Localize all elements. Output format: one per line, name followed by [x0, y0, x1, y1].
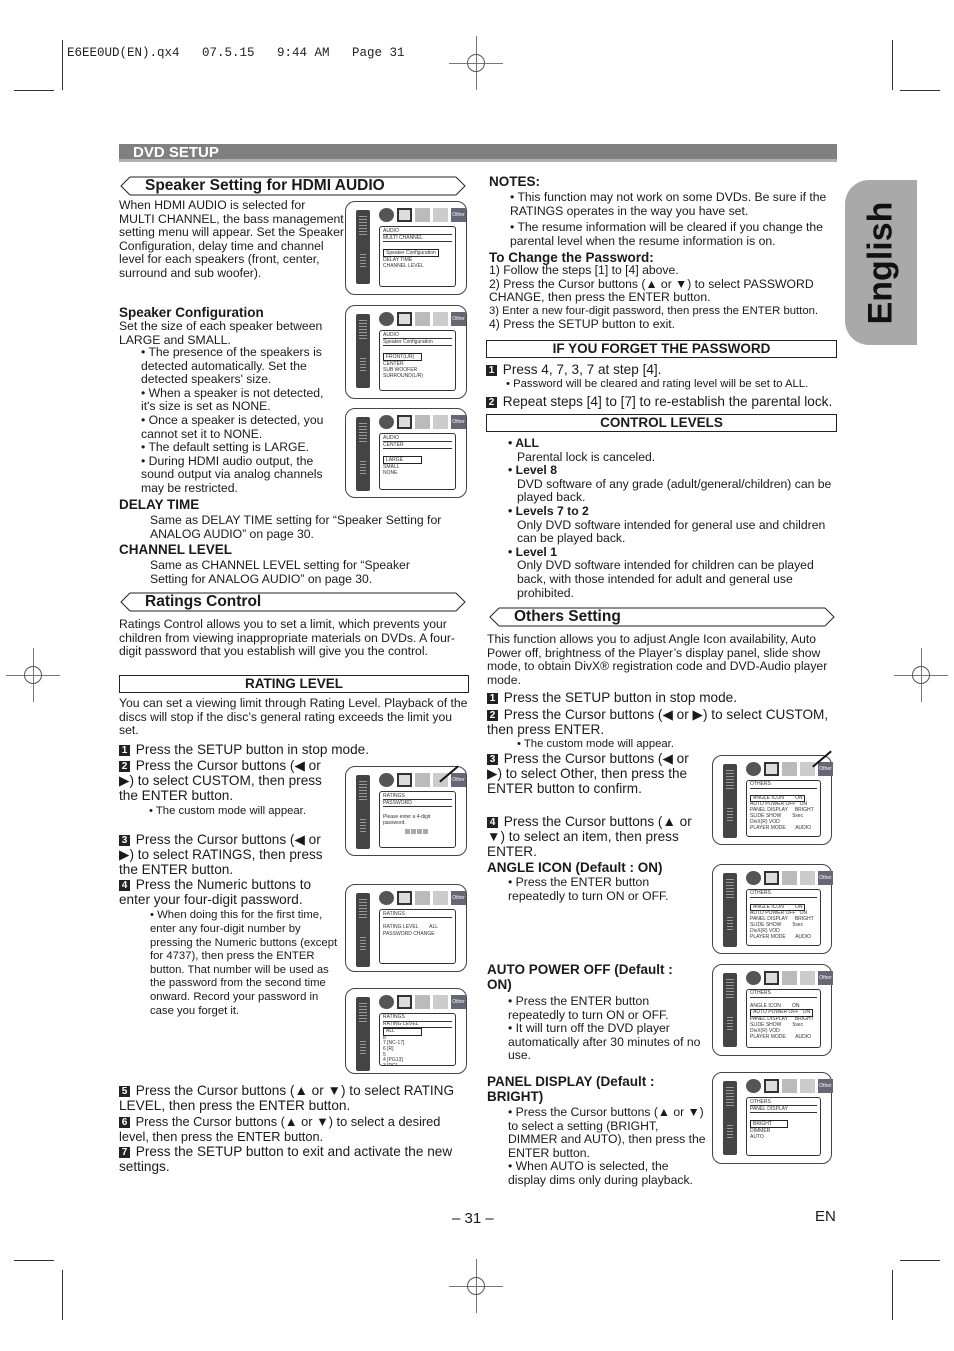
note-item: • This function may not work on some DVD… [510, 190, 827, 218]
channel-level-title: CHANNEL LEVEL [119, 542, 233, 557]
crop-mark [900, 1260, 940, 1261]
crop-mark [892, 1270, 893, 1320]
registration-mark [894, 648, 948, 702]
notes-list: • This function may not work on some DVD… [510, 190, 830, 248]
section-title: Speaker Setting for HDMI AUDIO [145, 177, 385, 194]
panel-display-title: PANEL DISPLAY (Default : BRIGHT) [487, 1074, 655, 1104]
section-title: Others Setting [514, 608, 621, 625]
section-header-ratings: Ratings Control [118, 592, 468, 612]
rating-level-box: RATING LEVEL [119, 675, 469, 693]
remote-icon [356, 210, 370, 284]
notes-title: NOTES: [489, 174, 541, 189]
bullet-list: • The presence of the speakers is detect… [141, 345, 341, 496]
bullet-item: • The presence of the speakers is detect… [141, 345, 322, 387]
section-header-hdmi: Speaker Setting for HDMI AUDIO [118, 176, 468, 196]
screen-ratings: Other RATINGS RATING LEVEL ALL PASSWORD CH… [345, 884, 467, 972]
section-header-others: Others Setting [487, 607, 837, 627]
level-item: • Level 1 Only DVD software intended for … [508, 544, 814, 600]
step-7: 7 Press the SETUP button to exit and act… [119, 1144, 453, 1175]
screen-audio-menu: Other AUDIO MULTI CHANNEL Speaker Configur… [345, 201, 467, 295]
forgot-password-box: IF YOU FORGET THE PASSWORD [486, 340, 837, 358]
language-icon [379, 208, 394, 222]
crop-mark [14, 1260, 54, 1261]
others-step-3: 3 Press the Cursor buttons (◀ or ▶) to s… [487, 751, 689, 797]
forgot-step-1: 1 Press 4, 7, 3, 7 at step [4]. • Passwor… [486, 362, 831, 392]
others-step-2: 2 Press the Cursor buttons (◀ or ▶) to s… [487, 707, 829, 751]
registration-mark [449, 1259, 503, 1313]
bullet-item: • During HDMI audio output, the sound ou… [141, 453, 323, 495]
level-item: • ALL Parental lock is canceled. [508, 436, 656, 464]
auto-power-off-bullets: • Press the ENTER button repeatedly to t… [508, 994, 701, 1063]
language-code: EN [815, 1208, 836, 1225]
control-levels-list: • ALL Parental lock is canceled. • Level … [508, 436, 833, 600]
step-6: 6 Press the Cursor buttons (▲ or ▼) to s… [119, 1114, 441, 1145]
screen-center-speaker: Other AUDIO CENTER LARGE SMALL NONE [345, 408, 467, 498]
screen-rating-level: Other RATINGS RATING LEVEL ALL 8 7 [NC-17] 6 … [345, 988, 467, 1074]
note-item: • The resume information will be cleared… [510, 220, 823, 248]
others-step-4: 4 Press the Cursor buttons (▲ or ▼) to s… [487, 814, 692, 860]
step-3: 3 Press the Cursor buttons (◀ or ▶) to s… [119, 832, 323, 878]
crop-mark [892, 40, 893, 90]
panel-display-bullets: • Press the Cursor buttons (▲ or ▼) to s… [508, 1105, 706, 1187]
screen-others-angle: Other OTHERS ANGLE ICON ON AUTO POWER OFF … [712, 864, 833, 954]
level-item: • Levels 7 to 2 Only DVD software intende… [508, 503, 826, 546]
display-icon [397, 208, 412, 222]
crop-mark [62, 1270, 63, 1320]
channel-level-text: Same as CHANNEL LEVEL setting for “Speak… [150, 558, 410, 586]
delay-time-text: Same as DELAY TIME setting for “Speaker … [150, 513, 442, 541]
bullet-item: • The default setting is LARGE. [141, 440, 309, 455]
screen-password: Other RATINGS PASSWORD Please enter a 4-di… [345, 766, 467, 856]
language-tab: English [845, 180, 917, 345]
rating-level-text: You can set a viewing limit through Rati… [119, 696, 468, 738]
key-icon [433, 208, 448, 222]
bullet-item: • Once a speaker is detected, you cannot… [141, 412, 324, 441]
step-4: 4 Press the Numeric buttons to enter you… [119, 877, 338, 1017]
step-2: 2 Press the Cursor buttons (◀ or ▶) to s… [119, 758, 322, 817]
step-1: 1 Press the SETUP button in stop mode. [119, 742, 419, 757]
hdmi-intro: When HDMI AUDIO is selected for MULTI CH… [119, 198, 344, 280]
bullet-item: • When a speaker is not detected, it's s… [141, 385, 324, 414]
crop-mark [62, 40, 63, 90]
ratings-intro: Ratings Control allows you to set a limi… [119, 617, 455, 659]
crop-mark [14, 90, 54, 91]
screen-others-apo: Other OTHERS ANGLE ICON ON AUTO POWER OFF … [712, 964, 833, 1056]
screen-speaker-config: Other AUDIO Speaker Configuration FRONT(L/… [345, 305, 467, 399]
level-item: • Level 8 DVD software of any grade (adul… [508, 463, 832, 505]
registration-mark [6, 648, 60, 702]
step-5: 5 Press the Cursor buttons (▲ or ▼) to s… [119, 1083, 455, 1114]
crop-mark [900, 90, 940, 91]
others-step-1: 1 Press the SETUP button in stop mode. [487, 690, 832, 705]
angle-icon-bullets: • Press the ENTER button repeatedly to t… [508, 875, 669, 903]
section-title: Ratings Control [145, 593, 262, 610]
screen-others-1: Other OTHERS ANGLE ICON ON AUTO POWER OFF … [712, 755, 833, 845]
delay-time-title: DELAY TIME [119, 497, 200, 512]
section-bar: DVD SETUP [119, 144, 837, 162]
page-number: – 31 – [452, 1210, 494, 1227]
auto-power-off-title: AUTO POWER OFF (Default : ON) [487, 962, 673, 992]
others-intro: This function allows you to adjust Angle… [487, 632, 828, 687]
other-icon: Other [451, 208, 466, 222]
speaker-config-text: Set the size of each speaker between LAR… [119, 319, 323, 347]
change-password-steps: 1) Follow the steps [1] to [4] above. 2)… [489, 263, 819, 332]
screen-panel-display: Other OTHERS PANEL DISPLAY BRIGHT DIMMER AUT… [712, 1072, 833, 1164]
speaker-config-title: Speaker Configuration [119, 305, 264, 320]
angle-icon-title: ANGLE ICON (Default : ON) [487, 860, 663, 875]
password-field [405, 829, 429, 835]
audio-icon [415, 208, 430, 222]
registration-mark [449, 36, 503, 90]
control-levels-box: CONTROL LEVELS [486, 414, 837, 432]
language-tab-label: English [861, 201, 900, 324]
print-slug: E6EE0UD(EN).qx4 07.5.15 9:44 AM Page 31 [67, 46, 405, 60]
remote-icon [356, 314, 370, 388]
forgot-step-2: 2 Repeat steps [4] to [7] to re-establis… [486, 394, 836, 409]
remote-icon [356, 417, 370, 491]
